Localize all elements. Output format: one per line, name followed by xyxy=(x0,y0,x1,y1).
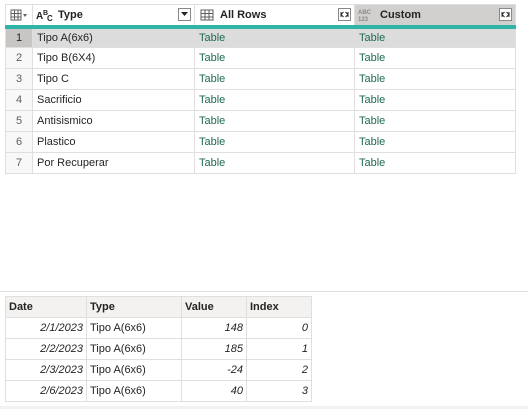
table-menu-cell[interactable] xyxy=(5,4,33,29)
cell-all-rows-table-link[interactable]: Table xyxy=(194,68,355,90)
cell-type[interactable]: Plastico xyxy=(32,131,195,153)
row-number[interactable]: 5 xyxy=(5,110,33,132)
row-number[interactable]: 3 xyxy=(5,68,33,90)
preview-cell-date: 2/2/2023 xyxy=(5,338,87,360)
cell-type[interactable]: Por Recuperar xyxy=(32,152,195,174)
expand-column-icon[interactable] xyxy=(338,8,351,22)
table-menu-icon[interactable] xyxy=(7,6,32,23)
cell-all-rows-table-link[interactable]: Table xyxy=(194,26,355,48)
cell-type[interactable]: Sacrificio xyxy=(32,89,195,111)
cell-custom-table-link[interactable]: Table xyxy=(354,110,516,132)
cell-custom-table-link[interactable]: Table xyxy=(354,26,516,48)
column-header-label: All Rows xyxy=(220,8,267,21)
row-number[interactable]: 1 xyxy=(5,26,33,48)
cell-type[interactable]: Tipo B(6X4) xyxy=(32,47,195,69)
filter-dropdown-icon[interactable] xyxy=(178,8,191,22)
preview-cell-type: Tipo A(6x6) xyxy=(86,317,182,339)
cell-type[interactable]: Tipo C xyxy=(32,68,195,90)
cell-preview-table: Date Type Value Index 2/1/2023 Tipo A(6x6… xyxy=(5,296,312,402)
preview-row: 2/6/2023 Tipo A(6x6) 40 3 xyxy=(5,380,312,402)
preview-cell-index: 0 xyxy=(246,317,312,339)
cell-custom-table-link[interactable]: Table xyxy=(354,89,516,111)
preview-header-type: Type xyxy=(86,296,182,318)
column-header-custom[interactable]: ABC 123 Custom xyxy=(354,4,516,29)
cell-all-rows-table-link[interactable]: Table xyxy=(194,152,355,174)
table-row[interactable]: 6 Plastico Table Table xyxy=(5,131,516,153)
preview-cell-value: -24 xyxy=(181,359,247,381)
cell-type[interactable]: Tipo A(6x6) xyxy=(32,26,195,48)
preview-row: 2/3/2023 Tipo A(6x6) -24 2 xyxy=(5,359,312,381)
cell-all-rows-table-link[interactable]: Table xyxy=(194,89,355,111)
preview-cell-value: 185 xyxy=(181,338,247,360)
preview-cell-value: 40 xyxy=(181,380,247,402)
row-number[interactable]: 7 xyxy=(5,152,33,174)
table-row[interactable]: 1 Tipo A(6x6) Table Table xyxy=(5,26,516,48)
row-number[interactable]: 4 xyxy=(5,89,33,111)
cell-custom-table-link[interactable]: Table xyxy=(354,47,516,69)
svg-text:C: C xyxy=(47,14,53,22)
column-header-label: Type xyxy=(58,8,83,21)
cell-all-rows-table-link[interactable]: Table xyxy=(194,131,355,153)
preview-header-value: Value xyxy=(181,296,247,318)
cell-custom-table-link[interactable]: Table xyxy=(354,131,516,153)
cell-all-rows-table-link[interactable]: Table xyxy=(194,47,355,69)
preview-cell-index: 2 xyxy=(246,359,312,381)
row-number[interactable]: 2 xyxy=(5,47,33,69)
query-results-grid: A B C Type All Rows ABC 123 Custom 1 Tip… xyxy=(5,4,516,174)
cell-type[interactable]: Antisismico xyxy=(32,110,195,132)
table-row[interactable]: 4 Sacrificio Table Table xyxy=(5,89,516,111)
cell-custom-table-link[interactable]: Table xyxy=(354,152,516,174)
preview-cell-type: Tipo A(6x6) xyxy=(86,338,182,360)
table-type-icon[interactable] xyxy=(198,7,216,23)
preview-row: 2/1/2023 Tipo A(6x6) 148 0 xyxy=(5,317,312,339)
cell-all-rows-table-link[interactable]: Table xyxy=(194,110,355,132)
svg-text:ABC: ABC xyxy=(358,10,372,16)
preview-cell-index: 1 xyxy=(246,338,312,360)
svg-text:123: 123 xyxy=(358,17,369,22)
preview-row: 2/2/2023 Tipo A(6x6) 185 1 xyxy=(5,338,312,360)
table-row[interactable]: 3 Tipo C Table Table xyxy=(5,68,516,90)
expand-column-icon[interactable] xyxy=(499,8,512,22)
any-type-icon[interactable]: ABC 123 xyxy=(358,7,376,23)
column-header-all-rows[interactable]: All Rows xyxy=(194,4,355,29)
preview-cell-value: 148 xyxy=(181,317,247,339)
preview-cell-type: Tipo A(6x6) xyxy=(86,359,182,381)
column-header-type[interactable]: A B C Type xyxy=(32,4,195,29)
preview-cell-date: 2/6/2023 xyxy=(5,380,87,402)
preview-cell-date: 2/3/2023 xyxy=(5,359,87,381)
row-number[interactable]: 6 xyxy=(5,131,33,153)
preview-header-index: Index xyxy=(246,296,312,318)
cell-custom-table-link[interactable]: Table xyxy=(354,68,516,90)
table-row[interactable]: 2 Tipo B(6X4) Table Table xyxy=(5,47,516,69)
preview-cell-type: Tipo A(6x6) xyxy=(86,380,182,402)
column-header-label: Custom xyxy=(380,8,421,21)
text-type-icon[interactable]: A B C xyxy=(36,7,54,23)
table-row[interactable]: 5 Antisismico Table Table xyxy=(5,110,516,132)
preview-cell-date: 2/1/2023 xyxy=(5,317,87,339)
preview-header-date: Date xyxy=(5,296,87,318)
preview-cell-index: 3 xyxy=(246,380,312,402)
table-row[interactable]: 7 Por Recuperar Table Table xyxy=(5,152,516,174)
pane-divider[interactable] xyxy=(0,291,528,292)
